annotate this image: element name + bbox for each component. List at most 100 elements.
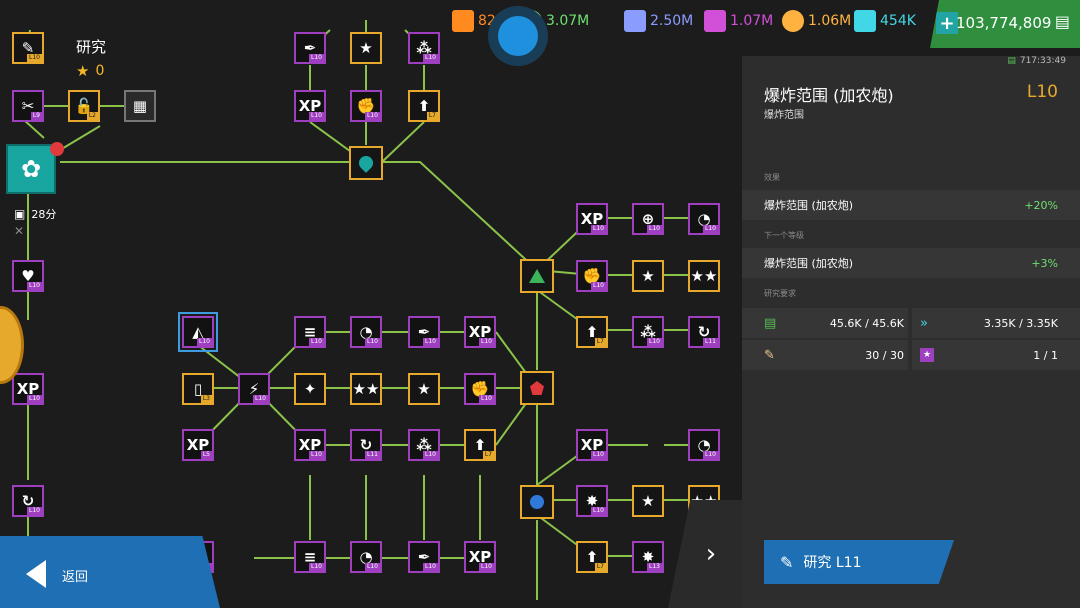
research-detail-panel: ▤ 717:33:49 爆炸范围 (加农炮) 爆炸范围 L10 效果 爆炸范围 … bbox=[742, 56, 1080, 608]
plus-icon[interactable]: + bbox=[936, 12, 958, 34]
resource-value: 1.06M bbox=[808, 13, 852, 29]
panel-title: 爆炸范围 (加农炮) bbox=[764, 86, 894, 105]
panel-subtitle: 爆炸范围 bbox=[764, 110, 804, 121]
research-node[interactable]: XP L10 bbox=[576, 203, 608, 235]
research-node[interactable]: ⁂ L10 bbox=[408, 32, 440, 64]
research-node[interactable]: ◔ L10 bbox=[688, 203, 720, 235]
research-title: 研究 bbox=[76, 38, 107, 56]
blue-triangle-icon bbox=[624, 10, 646, 32]
research-node[interactable]: XP L10 bbox=[576, 429, 608, 461]
research-node[interactable]: ⬆ L7 bbox=[464, 429, 496, 461]
resource-cyan-chevron: 454K bbox=[854, 10, 916, 32]
research-node[interactable]: ★ bbox=[632, 485, 664, 517]
research-node[interactable]: ↻ L11 bbox=[350, 429, 382, 461]
research-node[interactable]: ⬆ L7 bbox=[576, 316, 608, 348]
notification-dot bbox=[50, 142, 64, 156]
research-node[interactable]: ✦ bbox=[294, 373, 326, 405]
resource-orange-ball: 1.06M bbox=[782, 10, 851, 32]
star-icon: ★ bbox=[76, 62, 90, 80]
research-button[interactable]: ✎ 研究 L11 bbox=[764, 540, 954, 584]
research-node[interactable]: XP L10 bbox=[12, 373, 44, 405]
research-node[interactable]: ✊ L10 bbox=[464, 373, 496, 405]
research-node[interactable]: ✒ L10 bbox=[408, 316, 440, 348]
money-display: + 103,774,809 ▤ bbox=[930, 0, 1080, 48]
box-icon: ▣ bbox=[14, 207, 26, 221]
star-card-icon: ★ bbox=[920, 348, 934, 362]
research-node[interactable]: ▯ L3 bbox=[182, 373, 214, 405]
research-node[interactable]: ≡ L10 bbox=[294, 316, 326, 348]
chevron-right-icon: › bbox=[705, 539, 717, 569]
cash-icon: ▤ bbox=[1054, 12, 1070, 31]
panel-level: L10 bbox=[1026, 82, 1058, 102]
resource-value: 1.07M bbox=[730, 13, 774, 29]
effect-header: 效果 bbox=[764, 173, 780, 182]
research-node[interactable]: ✎ L10 bbox=[12, 32, 44, 64]
cash-icon: ▤ bbox=[1007, 56, 1016, 66]
research-node[interactable]: XP L10 bbox=[294, 429, 326, 461]
research-node[interactable]: ⊕ L10 bbox=[632, 203, 664, 235]
research-node[interactable]: ★★ bbox=[688, 260, 720, 292]
purple-stripe-icon bbox=[704, 10, 726, 32]
orange-hex-icon bbox=[452, 10, 474, 32]
flask-icon: ✎ bbox=[764, 347, 775, 363]
requirements-header: 研究要求 bbox=[764, 289, 796, 298]
research-node[interactable]: ⬆ L7 bbox=[576, 541, 608, 573]
hub-teal-drop[interactable] bbox=[349, 146, 383, 180]
research-node[interactable]: XP L10 bbox=[294, 90, 326, 122]
research-node[interactable]: ⬆ L7 bbox=[408, 90, 440, 122]
next-level-header: 下一个等级 bbox=[764, 231, 804, 240]
requirement-row: ▤ 45.6K / 45.6K » 3.35K / 3.35K bbox=[742, 308, 1080, 338]
resource-value: 3.07M bbox=[546, 13, 590, 29]
research-node[interactable]: ✸ L10 bbox=[576, 485, 608, 517]
research-node[interactable]: ✊ L10 bbox=[576, 260, 608, 292]
research-node[interactable]: ✊ L10 bbox=[350, 90, 382, 122]
research-timer: ▣ 28分 bbox=[14, 207, 57, 221]
cyan-chevron-icon: » bbox=[920, 315, 928, 331]
research-node-selected[interactable]: ◭ L10 bbox=[178, 312, 218, 352]
orange-ball-icon bbox=[782, 10, 804, 32]
research-node[interactable]: ★★ bbox=[350, 373, 382, 405]
research-node[interactable]: 🔓 L2 bbox=[68, 90, 100, 122]
research-node[interactable]: ◔ L10 bbox=[688, 429, 720, 461]
cyan-chevron-icon bbox=[854, 10, 876, 32]
next-level-row: 爆炸范围 (加农炮) +3% bbox=[742, 248, 1080, 278]
research-node[interactable]: ◔ L10 bbox=[350, 541, 382, 573]
resource-value: 2.50M bbox=[650, 13, 694, 29]
research-tree-screen: ✒ L10 ★ ⁂ L10 XP L10 ✊ L10 ⬆ L7 ✎ L10 ✂ L9 🔓 L2 … bbox=[0, 0, 1080, 608]
flask-icon: ✎ bbox=[780, 552, 794, 572]
back-arrow-icon bbox=[26, 560, 46, 588]
hub-blue-circle[interactable] bbox=[520, 485, 554, 519]
research-node[interactable]: ★ bbox=[350, 32, 382, 64]
research-node[interactable]: XP L5 bbox=[182, 429, 214, 461]
research-node[interactable]: ♥ L10 bbox=[12, 260, 44, 292]
research-node[interactable]: ✒ L10 bbox=[408, 541, 440, 573]
research-node[interactable]: ◔ L10 bbox=[350, 316, 382, 348]
research-node[interactable]: XP L10 bbox=[464, 541, 496, 573]
research-node[interactable]: XP L10 bbox=[464, 316, 496, 348]
star-counter: ★ 0 bbox=[76, 62, 105, 80]
resource-blue-triangle: 2.50M bbox=[624, 10, 693, 32]
research-node[interactable]: ↻L10 bbox=[12, 485, 44, 517]
research-node[interactable]: ≡ L10 bbox=[294, 541, 326, 573]
requirement-row: ✎ 30 / 30 ★ 1 / 1 bbox=[742, 340, 1080, 370]
menu-bubble[interactable] bbox=[488, 6, 548, 66]
hub-red-pentagon[interactable] bbox=[520, 371, 554, 405]
research-node[interactable]: ✂ L9 bbox=[12, 90, 44, 122]
back-button[interactable]: 返回 bbox=[0, 536, 220, 608]
research-node[interactable]: ✸ L13 bbox=[632, 541, 664, 573]
research-node[interactable]: ★ bbox=[408, 373, 440, 405]
hub-green-triangle[interactable] bbox=[520, 259, 554, 293]
resource-purple-stripe: 1.07M bbox=[704, 10, 773, 32]
tools-icon: ✕ bbox=[14, 224, 25, 238]
research-node[interactable]: ▦ bbox=[124, 90, 156, 122]
research-node[interactable]: ✒ L10 bbox=[294, 32, 326, 64]
cash-icon: ▤ bbox=[764, 315, 777, 331]
lab-button[interactable]: ✿ bbox=[6, 144, 56, 194]
research-node[interactable]: ★ bbox=[632, 260, 664, 292]
research-node[interactable]: ↻ L11 bbox=[688, 316, 720, 348]
research-node[interactable]: ⚡ L10 bbox=[238, 373, 270, 405]
brain-icon: ✿ bbox=[20, 155, 42, 183]
research-node[interactable]: ⁂ L10 bbox=[632, 316, 664, 348]
panel-timer: ▤ 717:33:49 bbox=[1007, 56, 1066, 66]
research-node[interactable]: ⁂ L10 bbox=[408, 429, 440, 461]
